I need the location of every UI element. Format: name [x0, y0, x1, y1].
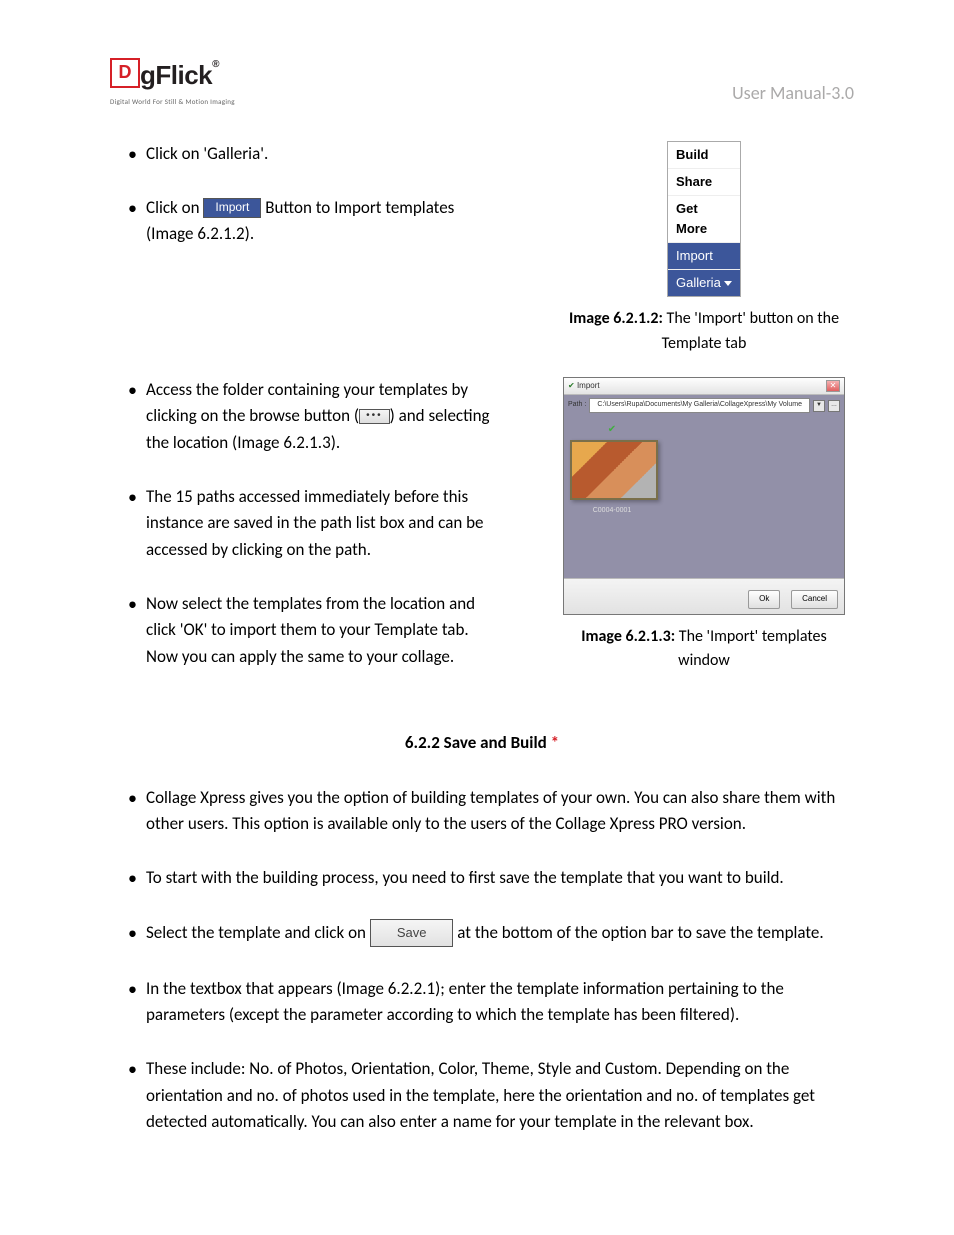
figure-caption-6213: Image 6.2.1.3: The 'Import' templates wi… [554, 625, 854, 675]
chevron-down-icon [724, 281, 732, 286]
manual-version-label: User Manual-3.0 [732, 80, 854, 108]
window-title: ✔ Import [568, 380, 600, 392]
menu-item-galleria: Galleria [668, 270, 740, 296]
step-select-ok: Now select the templates from the locati… [132, 591, 504, 670]
step-click-import: Click on Import Button to Import templat… [132, 195, 504, 248]
step-click-galleria: Click on 'Galleria'. [132, 141, 504, 167]
step-path-list: The 15 paths accessed immediately before… [132, 484, 504, 563]
thumbnail-image [570, 440, 658, 500]
step-access-folder: Access the folder containing your templa… [132, 377, 504, 456]
s3-click-save: Select the template and click on Save at… [132, 920, 854, 948]
close-icon: ✕ [826, 380, 840, 392]
s3-parameters: These include: No. of Photos, Orientatio… [132, 1056, 854, 1135]
path-label: Path : [568, 400, 586, 411]
ok-button: Ok [748, 590, 780, 608]
path-dropdown-icon: ▼ [813, 400, 825, 412]
save-button-inline: Save [370, 919, 454, 947]
check-icon: ✔ [570, 422, 654, 438]
figure-template-menu: Build Share Get More Import Galleria [667, 141, 741, 298]
menu-item-share: Share [668, 169, 740, 196]
menu-item-import: Import [668, 243, 740, 270]
s3-intro: Collage Xpress gives you the option of b… [132, 785, 854, 838]
browse-button-inline: ••• [359, 409, 390, 424]
logo-mark: D [110, 58, 140, 88]
menu-item-build: Build [668, 142, 740, 169]
thumbnail-label: C0004-0001 [570, 506, 654, 517]
path-browse-icon: … [828, 400, 840, 412]
section-heading-622: 6.2.2 Save and Build * [110, 730, 854, 756]
cancel-button: Cancel [791, 590, 838, 608]
s3-enter-info: In the textbox that appears (Image 6.2.2… [132, 976, 854, 1029]
menu-item-getmore: Get More [668, 196, 740, 243]
brand-logo: D gFlick® Digital World For Still & Moti… [110, 55, 235, 108]
template-thumbnail: ✔ C0004-0001 [570, 422, 654, 516]
path-value: C:\Users\Rupa\Documents\My Galleria\Coll… [589, 398, 810, 413]
s3-save-first: To start with the building process, you … [132, 865, 854, 891]
figure-caption-6212: Image 6.2.1.2: The 'Import' button on th… [554, 307, 854, 357]
logo-text: gFlick® [140, 55, 219, 95]
logo-tagline: Digital World For Still & Motion Imaging [110, 97, 235, 108]
figure-import-window: ✔ Import ✕ Path : C:\Users\Rupa\Document… [563, 377, 845, 615]
import-button-inline: Import [203, 198, 261, 218]
